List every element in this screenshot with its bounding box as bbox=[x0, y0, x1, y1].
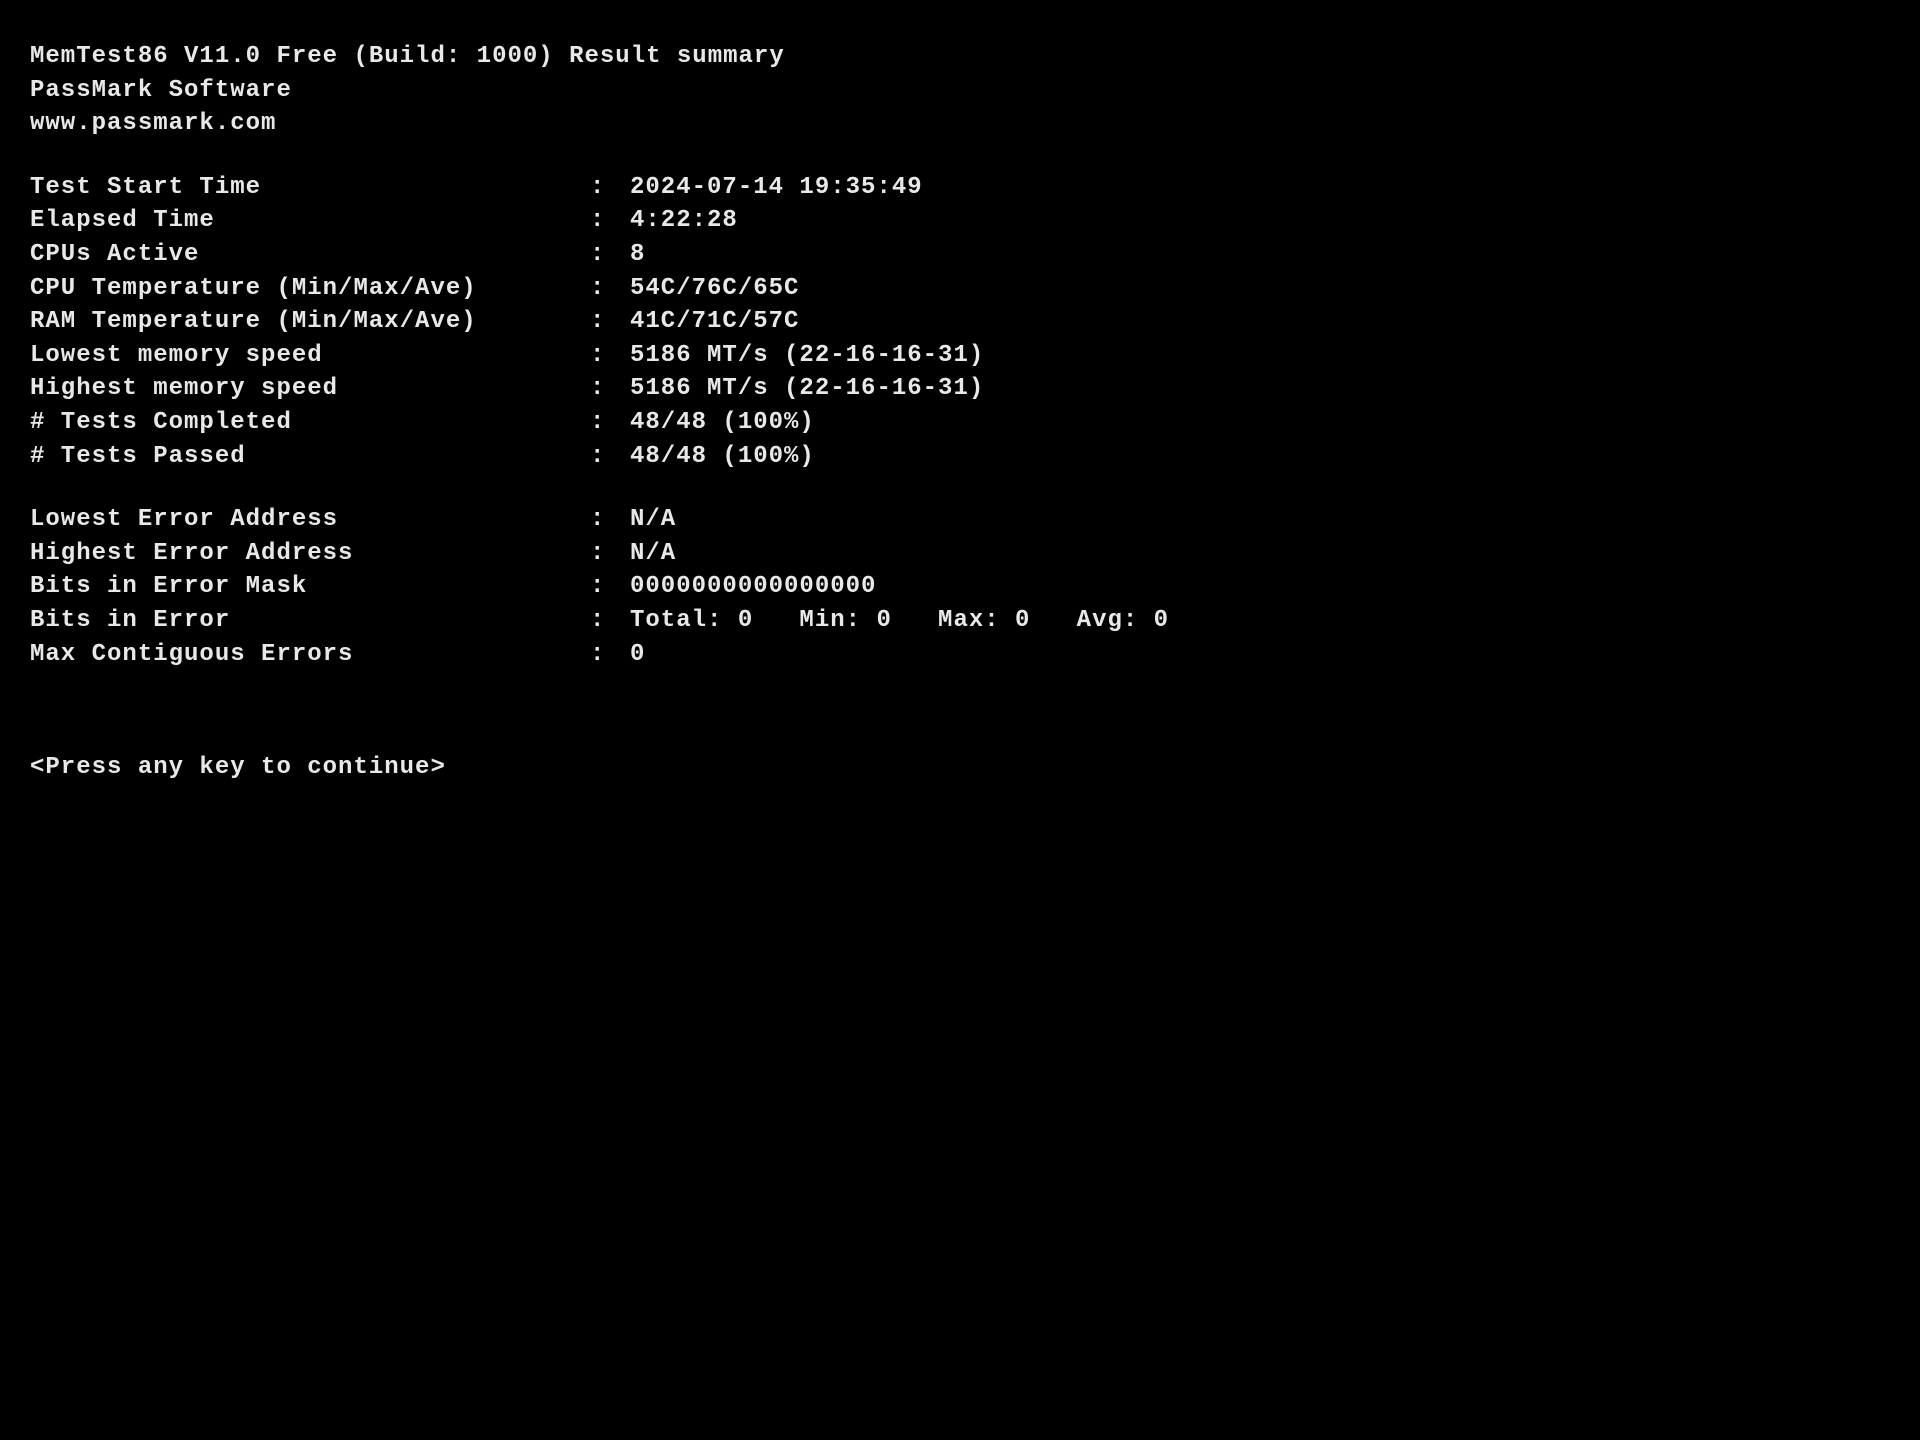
highest-speed-label: Highest memory speed bbox=[30, 372, 590, 406]
max-contiguous-errors-label: Max Contiguous Errors bbox=[30, 638, 590, 672]
cpus-active-label: CPUs Active bbox=[30, 238, 590, 272]
ram-temp-value: 41C/71C/57C bbox=[630, 305, 1890, 339]
lowest-speed-label: Lowest memory speed bbox=[30, 339, 590, 373]
test-start-time-row: Test Start Time : 2024-07-14 19:35:49 bbox=[30, 171, 1890, 205]
tests-passed-row: # Tests Passed : 48/48 (100%) bbox=[30, 440, 1890, 474]
tests-passed-value: 48/48 (100%) bbox=[630, 440, 1890, 474]
bits-error-mask-row: Bits in Error Mask : 0000000000000000 bbox=[30, 570, 1890, 604]
colon-separator: : bbox=[590, 204, 630, 238]
elapsed-time-label: Elapsed Time bbox=[30, 204, 590, 238]
website-url: www.passmark.com bbox=[30, 107, 1890, 141]
lowest-error-addr-value: N/A bbox=[630, 503, 1890, 537]
continue-prompt[interactable]: <Press any key to continue> bbox=[30, 751, 1890, 785]
ram-temp-label: RAM Temperature (Min/Max/Ave) bbox=[30, 305, 590, 339]
bits-error-mask-label: Bits in Error Mask bbox=[30, 570, 590, 604]
tests-completed-label: # Tests Completed bbox=[30, 406, 590, 440]
colon-separator: : bbox=[590, 171, 630, 205]
tests-passed-label: # Tests Passed bbox=[30, 440, 590, 474]
cpus-active-value: 8 bbox=[630, 238, 1890, 272]
tests-completed-value: 48/48 (100%) bbox=[630, 406, 1890, 440]
app-title: MemTest86 V11.0 Free (Build: 1000) Resul… bbox=[30, 40, 1890, 74]
lowest-error-addr-label: Lowest Error Address bbox=[30, 503, 590, 537]
ram-temp-row: RAM Temperature (Min/Max/Ave) : 41C/71C/… bbox=[30, 305, 1890, 339]
bits-in-error-value: Total: 0 Min: 0 Max: 0 Avg: 0 bbox=[630, 604, 1890, 638]
colon-separator: : bbox=[590, 272, 630, 306]
colon-separator: : bbox=[590, 406, 630, 440]
bits-in-error-label: Bits in Error bbox=[30, 604, 590, 638]
colon-separator: : bbox=[590, 638, 630, 672]
colon-separator: : bbox=[590, 238, 630, 272]
colon-separator: : bbox=[590, 305, 630, 339]
max-contiguous-errors-value: 0 bbox=[630, 638, 1890, 672]
cpu-temp-row: CPU Temperature (Min/Max/Ave) : 54C/76C/… bbox=[30, 272, 1890, 306]
colon-separator: : bbox=[590, 604, 630, 638]
test-start-time-value: 2024-07-14 19:35:49 bbox=[630, 171, 1890, 205]
header-block: MemTest86 V11.0 Free (Build: 1000) Resul… bbox=[30, 40, 1890, 141]
cpu-temp-value: 54C/76C/65C bbox=[630, 272, 1890, 306]
cpu-temp-label: CPU Temperature (Min/Max/Ave) bbox=[30, 272, 590, 306]
highest-speed-row: Highest memory speed : 5186 MT/s (22-16-… bbox=[30, 372, 1890, 406]
bits-error-mask-value: 0000000000000000 bbox=[630, 570, 1890, 604]
test-info-section: Test Start Time : 2024-07-14 19:35:49 El… bbox=[30, 171, 1890, 473]
lowest-error-addr-row: Lowest Error Address : N/A bbox=[30, 503, 1890, 537]
colon-separator: : bbox=[590, 570, 630, 604]
elapsed-time-value: 4:22:28 bbox=[630, 204, 1890, 238]
colon-separator: : bbox=[590, 339, 630, 373]
lowest-speed-value: 5186 MT/s (22-16-16-31) bbox=[630, 339, 1890, 373]
colon-separator: : bbox=[590, 372, 630, 406]
bits-in-error-row: Bits in Error : Total: 0 Min: 0 Max: 0 A… bbox=[30, 604, 1890, 638]
tests-completed-row: # Tests Completed : 48/48 (100%) bbox=[30, 406, 1890, 440]
company-name: PassMark Software bbox=[30, 74, 1890, 108]
colon-separator: : bbox=[590, 503, 630, 537]
test-start-time-label: Test Start Time bbox=[30, 171, 590, 205]
highest-error-addr-value: N/A bbox=[630, 537, 1890, 571]
lowest-speed-row: Lowest memory speed : 5186 MT/s (22-16-1… bbox=[30, 339, 1890, 373]
colon-separator: : bbox=[590, 440, 630, 474]
elapsed-time-row: Elapsed Time : 4:22:28 bbox=[30, 204, 1890, 238]
error-info-section: Lowest Error Address : N/A Highest Error… bbox=[30, 503, 1890, 671]
highest-speed-value: 5186 MT/s (22-16-16-31) bbox=[630, 372, 1890, 406]
colon-separator: : bbox=[590, 537, 630, 571]
highest-error-addr-row: Highest Error Address : N/A bbox=[30, 537, 1890, 571]
cpus-active-row: CPUs Active : 8 bbox=[30, 238, 1890, 272]
max-contiguous-errors-row: Max Contiguous Errors : 0 bbox=[30, 638, 1890, 672]
highest-error-addr-label: Highest Error Address bbox=[30, 537, 590, 571]
